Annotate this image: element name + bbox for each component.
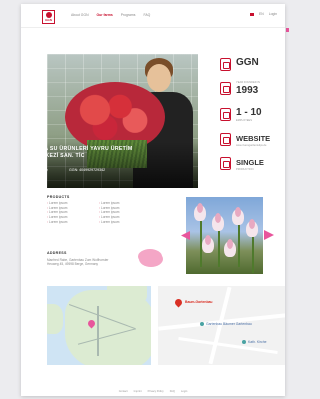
- tulip-stem: [252, 233, 254, 273]
- map-pin-label: Baum-Gartenbau: [185, 300, 213, 304]
- stat-ggn: GGN: [220, 56, 278, 76]
- map-land: [107, 286, 147, 306]
- products-title: PRODUCTS: [47, 195, 70, 199]
- gallery-next-icon[interactable]: [264, 230, 274, 240]
- stat-production-label: PRODUCTION: [236, 168, 254, 171]
- country-border: [97, 306, 99, 356]
- stat-employees: 1 - 10 EMPLOYEES: [220, 106, 278, 126]
- stat-employees-label: EMPLOYEES: [236, 119, 253, 122]
- map-land: [47, 304, 63, 334]
- products-list-left: Lorem ipsum Lorem ipsum Lorem ipsum Lore…: [47, 201, 107, 224]
- poi-icon: [242, 340, 246, 344]
- stat-founded-label: YEAR FOUNDED IN: [236, 81, 260, 84]
- location-icon: [220, 157, 231, 170]
- top-navigation: GGN About GGN Our farms Programs FAQ EN …: [21, 4, 285, 28]
- language-flag-icon[interactable]: [249, 12, 254, 16]
- stat-production-value: SINGLE: [236, 158, 264, 167]
- login-link[interactable]: Login: [269, 12, 277, 16]
- logo-text: GGN: [45, 18, 52, 22]
- calendar-icon: [220, 82, 231, 95]
- products-list-right: Lorem ipsum Lorem ipsum Lorem ipsum Lore…: [99, 201, 159, 224]
- grower-face: [147, 64, 171, 92]
- browser-frame: GGN About GGN Our farms Programs FAQ EN …: [0, 0, 295, 399]
- tulip-flower: [224, 239, 236, 257]
- tulip-flower: [232, 207, 244, 225]
- stat-founded-value: 1993: [236, 85, 259, 96]
- footer-link[interactable]: Contact: [119, 390, 128, 396]
- tulip-flower: [246, 219, 258, 237]
- nav-menu: About GGN Our farms Programs FAQ: [71, 13, 150, 17]
- tulip-gallery-image: [186, 197, 263, 274]
- map-poi-label: Gartenbau Bäumer Gartenbau: [206, 322, 252, 326]
- farm-ggn-number: GGN: 4049929729342: [69, 168, 106, 172]
- nav-right: EN Login: [249, 12, 277, 16]
- nav-item-programs[interactable]: Programs: [121, 13, 136, 17]
- tulip-stem: [218, 227, 220, 267]
- people-icon: [220, 108, 231, 121]
- nav-item-our-farms[interactable]: Our farms: [97, 13, 113, 17]
- farm-name: BAFA SU ÜRÜNLERİ YAVRU ÜRETİM MERKEZİ SA…: [33, 146, 133, 159]
- stat-ggn-value: GGN: [236, 57, 259, 68]
- language-selector[interactable]: EN: [259, 12, 264, 16]
- stat-website-label[interactable]: www.riverogardentulips.de: [236, 144, 266, 147]
- stat-production: SINGLE PRODUCTION: [220, 155, 278, 175]
- stat-website-value[interactable]: WEBSITE: [236, 134, 270, 143]
- footer-link[interactable]: Login: [181, 390, 187, 396]
- products-section: PRODUCTS Lorem ipsum Lorem ipsum Lorem i…: [47, 195, 187, 224]
- map-marker-icon[interactable]: [173, 297, 184, 308]
- tulip-flower: [212, 213, 224, 231]
- nav-item-about[interactable]: About GGN: [71, 13, 89, 17]
- street-map[interactable]: Baum-Gartenbau Gartenbau Bäumer Gartenba…: [158, 286, 285, 365]
- tulip-flower: [202, 235, 214, 253]
- farm-profile-page: GGN About GGN Our farms Programs FAQ EN …: [21, 4, 285, 396]
- stat-employees-value: 1 - 10: [236, 107, 262, 118]
- ggn-badge-icon: [220, 58, 231, 71]
- stat-website[interactable]: WEBSITE www.riverogardentulips.de: [220, 131, 278, 151]
- nav-item-faq[interactable]: FAQ: [143, 13, 150, 17]
- tulip-flower: [194, 203, 206, 221]
- decorative-blob: [138, 249, 162, 264]
- poi-icon: [200, 322, 204, 326]
- tulip-stem: [238, 221, 240, 267]
- product-item: Lorem ipsum: [47, 220, 107, 225]
- farm-country: Germany: [33, 168, 48, 172]
- product-item: Lorem ipsum: [99, 220, 159, 225]
- website-icon: [220, 133, 231, 146]
- map-poi-label: Kath. Kirche: [248, 340, 267, 344]
- europe-map[interactable]: [47, 286, 151, 365]
- stat-founded: YEAR FOUNDED IN 1993: [220, 80, 278, 100]
- scrollbar-thumb[interactable]: [286, 28, 289, 32]
- ggn-logo[interactable]: GGN: [42, 10, 55, 24]
